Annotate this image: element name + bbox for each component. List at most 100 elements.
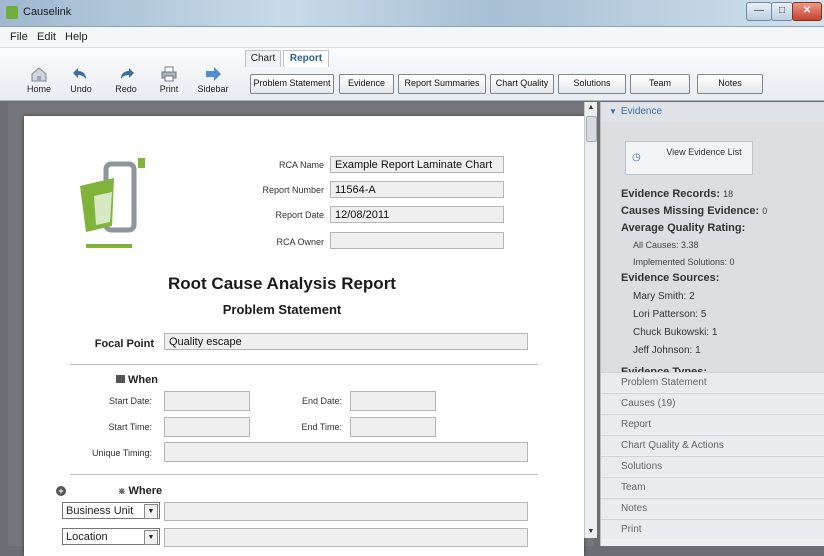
scroll-down-icon[interactable]: ▼ [585, 526, 597, 538]
sidebar-label: Sidebar [197, 84, 229, 94]
arrow-right-icon [206, 67, 221, 81]
home-icon [31, 67, 47, 82]
end-date-field[interactable] [350, 391, 436, 411]
print-label: Print [159, 84, 179, 94]
divider [70, 474, 538, 475]
evidence-panel-content: ◷ View Evidence List Evidence Records: 1… [601, 122, 824, 374]
focal-point-field[interactable]: Quality escape [164, 333, 528, 350]
subtab-problem-statement[interactable]: Problem Statement [250, 74, 334, 94]
subtab-team[interactable]: Team [630, 74, 690, 94]
evidence-records: Evidence Records: 18 [621, 188, 734, 200]
evidence-panel-header[interactable]: ▼ Evidence [601, 102, 824, 123]
undo-icon [73, 68, 86, 79]
where-heading: ⋇ Where [118, 485, 163, 497]
side-section-chart-quality[interactable]: Chart Quality & Actions [601, 435, 824, 455]
divider [70, 364, 538, 365]
report-date-field[interactable]: 12/08/2011 [330, 206, 504, 223]
close-icon[interactable]: ✕ [792, 2, 822, 21]
location-field[interactable] [164, 528, 528, 547]
start-date-label: Start Date: [108, 396, 152, 406]
causes-missing-evidence: Causes Missing Evidence: 0 [621, 205, 768, 217]
redo-button[interactable]: Redo [109, 66, 143, 94]
unique-timing-label: Unique Timing: [91, 448, 152, 458]
redo-icon [121, 68, 134, 79]
scroll-up-icon[interactable]: ▲ [585, 102, 597, 114]
report-title: Root Cause Analysis Report [168, 274, 396, 293]
evidence-sources: Evidence Sources: [621, 272, 720, 284]
pin-icon: ⋇ [118, 486, 126, 496]
subtab-evidence[interactable]: Evidence [339, 74, 394, 94]
chevron-down-icon[interactable]: ▼ [144, 504, 158, 519]
menu-file[interactable]: File [10, 31, 28, 43]
minimize-icon[interactable]: — [746, 2, 772, 21]
menu-help[interactable]: Help [65, 31, 88, 43]
implemented-solutions-rating: Implemented Solutions: 0 [633, 257, 735, 267]
refresh-icon: ◷ [632, 152, 641, 163]
location-value: Location [66, 531, 108, 543]
menu-edit[interactable]: Edit [37, 31, 56, 43]
menu-bar: File Edit Help [0, 27, 824, 48]
print-button[interactable]: Print [152, 66, 186, 94]
chevron-down-icon[interactable]: ▼ [144, 530, 158, 545]
start-date-field[interactable] [164, 391, 250, 411]
subtab-chart-quality[interactable]: Chart Quality [490, 74, 554, 94]
tab-chart[interactable]: Chart [245, 50, 281, 67]
causelink-logo [80, 158, 145, 248]
source-item: Chuck Bukowski: 1 [633, 327, 718, 338]
business-unit-dropdown[interactable]: Business Unit ▼ [62, 502, 160, 519]
start-time-label: Start Time: [108, 422, 152, 432]
source-item: Lori Patterson: 5 [633, 309, 707, 320]
add-icon[interactable]: + [56, 486, 66, 496]
report-date-label: Report Date [275, 210, 324, 220]
printer-icon [161, 66, 177, 82]
title-bar: Causelink — □ ✕ [0, 0, 824, 27]
when-heading: When [116, 374, 158, 386]
side-section-report[interactable]: Report [601, 414, 824, 434]
calendar-icon [116, 375, 125, 383]
report-page: RCA Name Example Report Laminate Chart R… [24, 116, 584, 556]
location-dropdown[interactable]: Location ▼ [62, 528, 160, 545]
side-section-causes[interactable]: Causes (19) [601, 393, 824, 413]
app-icon [6, 6, 18, 19]
side-section-notes[interactable]: Notes [601, 498, 824, 518]
tab-report[interactable]: Report [283, 50, 329, 67]
report-number-field[interactable]: 11564-A [330, 181, 504, 198]
rca-owner-label: RCA Owner [276, 237, 324, 247]
end-time-field[interactable] [350, 417, 436, 437]
window-title: Causelink [23, 6, 72, 18]
source-item: Jeff Johnson: 1 [633, 345, 701, 356]
maximize-icon[interactable]: □ [771, 2, 793, 21]
undo-label: Undo [70, 84, 92, 94]
all-causes-rating: All Causes: 3.38 [633, 240, 699, 250]
side-section-problem-statement[interactable]: Problem Statement [601, 372, 824, 392]
subtab-solutions[interactable]: Solutions [558, 74, 626, 94]
report-number-label: Report Number [262, 185, 324, 195]
side-section-print[interactable]: Print [601, 519, 824, 539]
triangle-down-icon: ▼ [609, 107, 617, 116]
rca-name-field[interactable]: Example Report Laminate Chart [330, 156, 504, 173]
report-canvas: RCA Name Example Report Laminate Chart R… [8, 102, 594, 556]
vertical-scrollbar[interactable]: ▲ ▼ [584, 102, 597, 538]
business-unit-field[interactable] [164, 502, 528, 521]
home-button[interactable]: Home [22, 66, 56, 94]
side-section-solutions[interactable]: Solutions [601, 456, 824, 476]
unique-timing-field[interactable] [164, 442, 528, 462]
subtab-notes[interactable]: Notes [697, 74, 763, 94]
end-date-label: End Date: [301, 396, 342, 406]
home-label: Home [26, 84, 51, 94]
undo-button[interactable]: Undo [64, 66, 98, 94]
average-quality-rating: Average Quality Rating: [621, 222, 746, 234]
sidebar-button[interactable]: Sidebar [196, 66, 230, 94]
scroll-thumb[interactable] [586, 116, 597, 142]
rca-owner-field[interactable] [330, 232, 504, 249]
subtab-report-summaries[interactable]: Report Summaries [398, 74, 486, 94]
source-item: Mary Smith: 2 [633, 291, 695, 302]
side-section-team[interactable]: Team [601, 477, 824, 497]
focal-point-label: Focal Point [94, 338, 154, 350]
rca-name-label: RCA Name [278, 160, 324, 170]
section-title: Problem Statement [222, 302, 342, 317]
view-evidence-list-button[interactable]: ◷ View Evidence List [625, 141, 753, 175]
start-time-field[interactable] [164, 417, 250, 437]
end-time-label: End Time: [301, 422, 342, 432]
side-panel: ▼ Evidence ◷ View Evidence List Evidence … [600, 102, 824, 546]
